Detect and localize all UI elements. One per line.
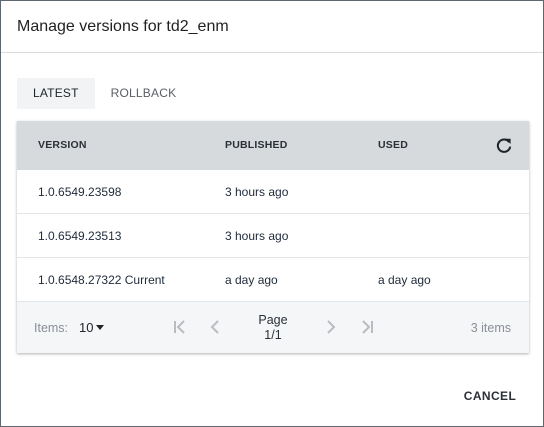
table-row[interactable]: 1.0.6549.23513 3 hours ago xyxy=(17,214,529,258)
manage-versions-dialog: Manage versions for td2_enm LATEST ROLLB… xyxy=(0,0,544,427)
versions-table: VERSION PUBLISHED USED 1.0.6549.23598 3 … xyxy=(17,121,529,353)
table-row[interactable]: 1.0.6549.23598 3 hours ago xyxy=(17,170,529,214)
item-count: 3 items xyxy=(470,321,511,335)
title-divider xyxy=(1,52,543,53)
table-pager: Items: 10 Page 1/1 3 items xyxy=(17,302,529,353)
last-page-icon[interactable] xyxy=(359,319,375,335)
previous-page-icon[interactable] xyxy=(207,319,223,335)
tab-latest[interactable]: LATEST xyxy=(17,78,95,109)
dialog-title: Manage versions for td2_enm xyxy=(17,18,229,35)
table-header: VERSION PUBLISHED USED xyxy=(17,121,529,170)
column-header-used[interactable]: USED xyxy=(378,139,408,151)
items-per-page-label: Items: xyxy=(34,321,69,335)
used-cell: a day ago xyxy=(378,273,431,287)
refresh-icon[interactable] xyxy=(494,136,514,156)
version-cell: 1.0.6549.23513 xyxy=(38,229,122,243)
published-cell: 3 hours ago xyxy=(225,229,289,243)
published-cell: a day ago xyxy=(225,273,278,287)
table-row[interactable]: 1.0.6548.27322 Current a day ago a day a… xyxy=(17,258,529,302)
version-tabs: LATEST ROLLBACK xyxy=(17,78,192,109)
items-per-page-value: 10 xyxy=(79,320,94,335)
chevron-down-icon xyxy=(96,325,105,330)
next-page-icon[interactable] xyxy=(323,319,339,335)
tab-rollback[interactable]: ROLLBACK xyxy=(95,78,193,109)
items-per-page-select[interactable]: 10 xyxy=(79,320,105,335)
column-header-published[interactable]: PUBLISHED xyxy=(225,139,287,151)
published-cell: 3 hours ago xyxy=(225,185,289,199)
page-indicator: Page 1/1 xyxy=(245,313,301,343)
version-cell: 1.0.6549.23598 xyxy=(38,185,122,199)
version-cell: 1.0.6548.27322 Current xyxy=(38,273,165,287)
page-value: 1/1 xyxy=(264,328,282,342)
page-label: Page xyxy=(258,313,288,327)
first-page-icon[interactable] xyxy=(172,319,188,335)
column-header-version[interactable]: VERSION xyxy=(38,139,87,151)
cancel-button[interactable]: CANCEL xyxy=(456,382,524,410)
